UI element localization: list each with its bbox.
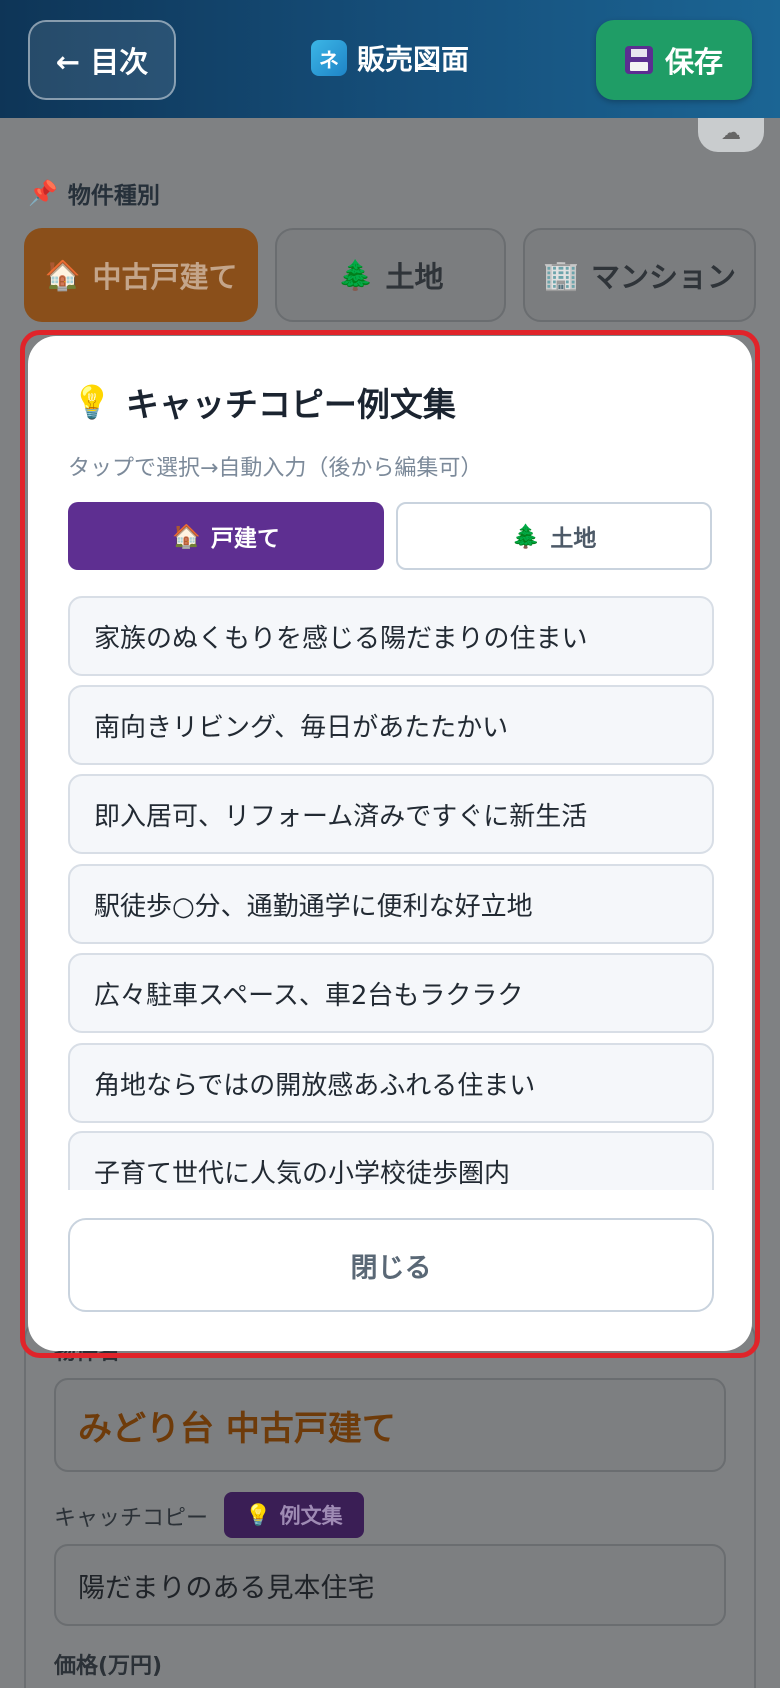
list-item[interactable]: 家族のぬくもりを感じる陽だまりの住まい: [68, 596, 714, 676]
catch-copy-examples-modal: 💡 キャッチコピー例文集 タップで選択→自動入力（後から編集可） 🏠 戸建て 🌲…: [28, 336, 752, 1351]
modal-subtitle: タップで選択→自動入力（後から編集可）: [68, 456, 483, 481]
type-button-label: マンション: [591, 260, 737, 294]
save-button[interactable]: 保存: [596, 20, 752, 100]
app-icon: ネ: [310, 40, 347, 76]
catch-field-label: キャッチコピー: [54, 1506, 209, 1531]
price-field-label: 価格(万円): [54, 1654, 163, 1679]
cloud-icon[interactable]: ☁: [698, 112, 764, 152]
tab-detached-house[interactable]: 🏠 戸建て: [68, 502, 384, 570]
list-item[interactable]: 南向きリビング、毎日があたたかい: [68, 685, 714, 765]
type-button-mansion[interactable]: 🏢 マンション: [523, 228, 756, 322]
save-button-label: 保存: [664, 45, 723, 79]
building-icon: 🏢: [542, 257, 580, 292]
catch-copy-field[interactable]: 陽だまりのある見本住宅: [54, 1544, 726, 1626]
example-collection-button[interactable]: 💡 例文集: [224, 1492, 364, 1538]
tree-icon: 🌲: [511, 523, 541, 550]
example-list[interactable]: 家族のぬくもりを感じる陽だまりの住まい 南向きリビング、毎日があたたかい 即入居…: [68, 596, 714, 1190]
lightbulb-icon: 💡: [245, 1502, 272, 1527]
house-icon: 🏠: [172, 523, 201, 550]
property-name-field[interactable]: みどり台 中古戸建て: [54, 1378, 726, 1472]
list-item[interactable]: 即入居可、リフォーム済みですぐに新生活: [68, 774, 714, 854]
close-button-label: 閉じる: [350, 1252, 432, 1284]
tab-label: 戸建て: [210, 526, 280, 552]
type-button-land[interactable]: 🌲 土地: [275, 228, 506, 322]
type-button-label: 中古戸建て: [92, 260, 238, 294]
list-item[interactable]: 広々駐車スペース、車2台もラクラク: [68, 953, 714, 1033]
list-item[interactable]: 駅徒歩○分、通勤通学に便利な好立地: [68, 864, 714, 944]
page-title-text: 販売図面: [356, 43, 469, 76]
app-header: ← 目次 ネ 販売図面 保存: [0, 0, 780, 118]
tab-label: 土地: [550, 526, 597, 552]
close-button[interactable]: 閉じる: [68, 1218, 714, 1312]
list-item[interactable]: 子育て世代に人気の小学校徒歩圏内: [68, 1131, 714, 1190]
type-button-label: 土地: [385, 260, 444, 294]
tree-icon: 🌲: [337, 257, 374, 292]
type-button-used-house[interactable]: 🏠 中古戸建て: [24, 228, 258, 322]
floppy-disk-icon: [624, 46, 653, 74]
pin-icon: 📌: [28, 179, 58, 207]
house-icon: 🏠: [44, 257, 81, 292]
example-button-label: 例文集: [279, 1504, 343, 1528]
list-item[interactable]: 角地ならではの開放感あふれる住まい: [68, 1043, 714, 1123]
modal-title: 💡 キャッチコピー例文集: [72, 378, 456, 426]
lightbulb-icon: 💡: [72, 383, 112, 421]
property-name-value: みどり台 中古戸建て: [78, 1408, 396, 1449]
modal-title-text: キャッチコピー例文集: [125, 385, 456, 424]
section-label-property-type: 📌 物件種別: [28, 176, 160, 210]
tab-land[interactable]: 🌲 土地: [396, 502, 712, 570]
catch-copy-value: 陽だまりのある見本住宅: [78, 1572, 375, 1604]
section-label-text: 物件種別: [67, 183, 160, 209]
